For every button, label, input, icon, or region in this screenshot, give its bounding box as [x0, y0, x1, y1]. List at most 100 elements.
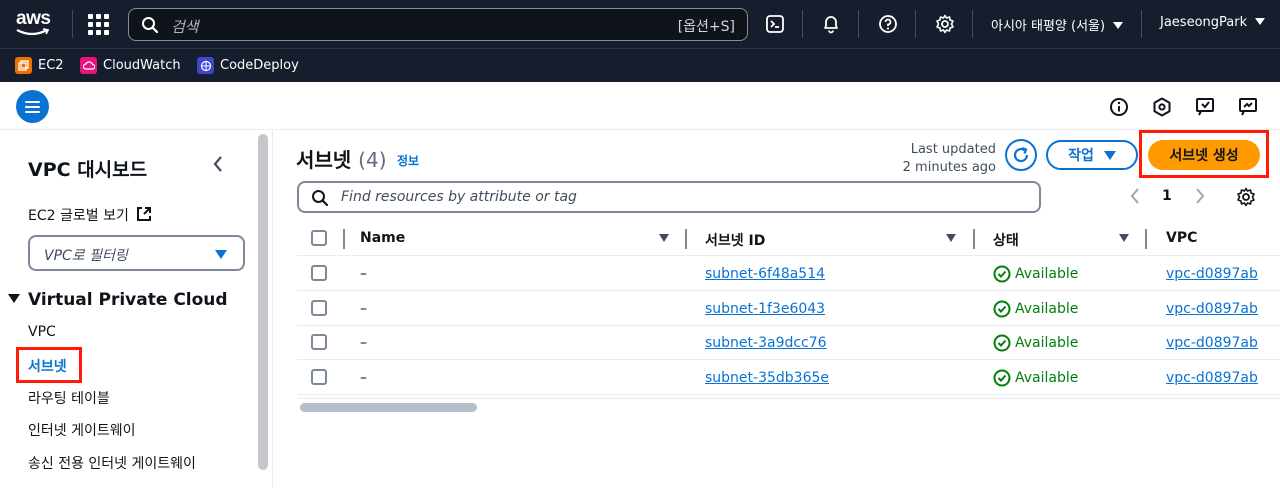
info-circle-icon[interactable] — [1108, 96, 1130, 118]
console-toolbar — [0, 82, 1280, 130]
current-page[interactable]: 1 — [1162, 188, 1172, 204]
cell-subnet-id-link[interactable]: subnet-35db365e — [705, 370, 829, 386]
chevron-right-icon[interactable] — [1193, 187, 1207, 205]
status-text: Available — [1015, 370, 1079, 386]
resource-filter-input[interactable]: Find resources by attribute or tag — [297, 181, 1041, 213]
refresh-button[interactable] — [1005, 139, 1037, 171]
page-title-text: 서브넷 — [296, 148, 352, 172]
aws-smile-icon — [16, 28, 50, 36]
cloudshell-icon[interactable] — [763, 12, 787, 36]
sidebar-item-internet-gateways[interactable]: 인터넷 게이트웨이 — [28, 420, 136, 440]
caret-down-icon — [8, 294, 20, 303]
bell-icon[interactable] — [819, 12, 843, 36]
sort-icon[interactable] — [946, 234, 956, 242]
favorite-codedeploy[interactable]: CodeDeploy — [197, 57, 299, 74]
select-all-checkbox[interactable] — [311, 230, 327, 246]
region-label: 아시아 태평양 (서울) — [991, 19, 1106, 34]
caret-down-icon — [1113, 22, 1124, 29]
sort-icon[interactable] — [1119, 234, 1129, 242]
check-circle-icon — [993, 334, 1011, 352]
aws-logo[interactable]: aws — [14, 8, 58, 38]
vpc-filter-select[interactable]: VPC로 필터링 — [28, 235, 245, 271]
cell-vpc-link[interactable]: vpc-d0897ab — [1166, 335, 1258, 351]
cell-vpc-link[interactable]: vpc-d0897ab — [1166, 301, 1258, 317]
scrollbar-thumb[interactable] — [300, 403, 477, 412]
divider — [858, 10, 859, 38]
last-updated: Last updated 2 minutes ago — [903, 141, 996, 177]
check-circle-icon — [993, 265, 1011, 283]
divider — [802, 10, 803, 38]
info-link[interactable]: 정보 — [397, 152, 419, 169]
section-virtual-private-cloud[interactable]: Virtual Private Cloud — [8, 290, 228, 310]
resource-count: (4) — [358, 148, 387, 172]
caret-down-icon — [1255, 18, 1266, 25]
cell-subnet-id-link[interactable]: subnet-1f3e6043 — [705, 301, 825, 317]
table-row[interactable]: – subnet-1f3e6043 Available vpc-d0897ab — [297, 292, 1280, 326]
row-checkbox[interactable] — [311, 265, 327, 281]
highlight-annotation — [16, 347, 82, 383]
table-row[interactable]: – subnet-6f48a514 Available vpc-d0897ab — [297, 257, 1280, 291]
row-checkbox[interactable] — [311, 369, 327, 385]
help-icon[interactable] — [876, 12, 900, 36]
table-row[interactable]: – subnet-3a9dcc76 Available vpc-d0897ab — [297, 326, 1280, 360]
collapse-chevron-left-icon[interactable] — [210, 154, 226, 174]
section-label: Virtual Private Cloud — [28, 290, 228, 310]
favorite-ec2[interactable]: EC2 — [15, 57, 64, 74]
column-header-vpc[interactable]: VPC — [1166, 230, 1197, 246]
divider — [72, 10, 73, 38]
ec2-global-view-label: EC2 글로벌 보기 — [28, 208, 129, 224]
status-text: Available — [1015, 266, 1079, 282]
account-menu[interactable]: JaeseongPark — [1160, 15, 1266, 30]
apps-grid-icon[interactable] — [86, 12, 110, 36]
caret-down-icon — [1103, 150, 1116, 160]
last-updated-time: 2 minutes ago — [902, 160, 996, 175]
table-preferences-gear-icon[interactable] — [1236, 187, 1256, 207]
column-header-name[interactable]: Name — [360, 230, 405, 246]
actions-label: 작업 — [1068, 148, 1094, 164]
hexagon-settings-icon[interactable] — [1151, 96, 1173, 118]
column-header-subnet-id[interactable]: 서브넷 ID — [705, 230, 765, 250]
status-text: Available — [1015, 301, 1079, 317]
cell-subnet-id-link[interactable]: subnet-6f48a514 — [705, 266, 825, 282]
sidebar-item-egress-only-gateways[interactable]: 송신 전용 인터넷 게이트웨이 — [28, 453, 196, 473]
actions-dropdown-button[interactable]: 작업 — [1046, 140, 1138, 170]
row-checkbox[interactable] — [311, 334, 327, 350]
table-header: Name 서브넷 ID 상태 VPC — [297, 222, 1280, 256]
sidebar-item-vpc[interactable]: VPC — [28, 324, 56, 340]
gear-icon[interactable] — [933, 12, 957, 36]
aws-logo-text: aws — [16, 8, 51, 29]
ec2-global-view-link[interactable]: EC2 글로벌 보기 — [28, 205, 152, 225]
cell-name: – — [360, 301, 367, 317]
global-search-input[interactable]: 검색 [옵션+S] — [128, 8, 748, 41]
cell-subnet-id-link[interactable]: subnet-3a9dcc76 — [705, 335, 827, 351]
cell-name: – — [360, 335, 367, 351]
hamburger-menu-button[interactable] — [16, 90, 49, 123]
favorites-bar: EC2 CloudWatch CodeDeploy — [0, 48, 1280, 82]
region-selector[interactable]: 아시아 태평양 (서울) — [991, 15, 1124, 34]
table-row[interactable]: – subnet-35db365e Available vpc-d0897ab — [297, 361, 1280, 395]
highlight-annotation — [1139, 130, 1269, 178]
feedback-icon[interactable] — [1194, 96, 1216, 118]
refresh-icon — [1013, 146, 1029, 163]
favorite-label: EC2 — [38, 58, 64, 73]
user-name: JaeseongPark — [1160, 15, 1248, 30]
filter-placeholder: Find resources by attribute or tag — [341, 189, 577, 205]
row-checkbox[interactable] — [311, 300, 327, 316]
monitor-icon[interactable] — [1237, 96, 1259, 118]
divider — [915, 10, 916, 38]
column-header-state[interactable]: 상태 — [993, 230, 1019, 250]
sidebar-item-route-tables[interactable]: 라우팅 테이블 — [28, 388, 110, 408]
sidebar-title[interactable]: VPC 대시보드 — [28, 155, 147, 182]
cell-vpc-link[interactable]: vpc-d0897ab — [1166, 370, 1258, 386]
cell-name: – — [360, 266, 367, 282]
favorite-cloudwatch[interactable]: CloudWatch — [80, 57, 181, 74]
chevron-left-icon[interactable] — [1128, 187, 1142, 205]
divider — [1141, 10, 1142, 38]
sort-icon[interactable] — [659, 234, 669, 242]
sidebar-scrollbar[interactable] — [258, 134, 268, 470]
last-updated-label: Last updated — [910, 142, 996, 157]
cell-vpc-link[interactable]: vpc-d0897ab — [1166, 266, 1258, 282]
favorite-label: CloudWatch — [103, 58, 181, 73]
codedeploy-icon — [197, 57, 214, 74]
cloudwatch-icon — [80, 57, 97, 74]
